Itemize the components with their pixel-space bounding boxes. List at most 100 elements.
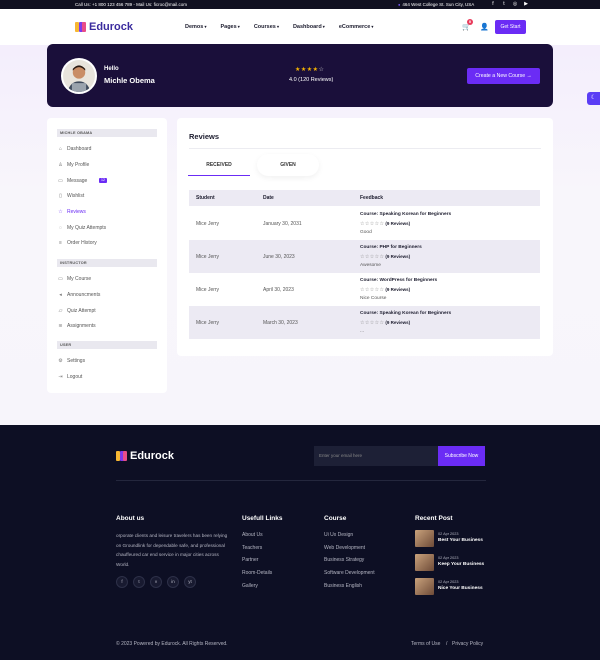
post-title[interactable]: Nice Your Business: [438, 586, 483, 591]
get-start-button[interactable]: Get Start: [495, 20, 526, 34]
sidebar-item-label: Order History: [67, 240, 97, 246]
privacy-link[interactable]: Privacy Policy: [452, 641, 483, 647]
sidebar-heading-user-section: USER: [57, 341, 157, 349]
vimeo-icon[interactable]: v: [150, 576, 162, 588]
student-name: Mice Jerry: [196, 254, 220, 260]
sidebar-item-order-history[interactable]: ≡ Order History: [57, 240, 97, 246]
post-thumbnail[interactable]: [415, 554, 434, 571]
sidebar-item-my-course[interactable]: ▭ My Course: [57, 276, 91, 282]
footer-course-business-english[interactable]: Business English: [324, 583, 362, 589]
footer-link-about[interactable]: About Us: [242, 532, 263, 538]
divider: [189, 148, 541, 149]
tab-given[interactable]: GIVEN: [257, 154, 319, 176]
student-name: Mice Jerry: [196, 221, 220, 227]
review-date: June 30, 2023: [263, 254, 295, 260]
star-icons: ☆☆☆☆☆: [360, 254, 385, 260]
facebook-icon[interactable]: f: [116, 576, 128, 588]
sidebar-item-settings[interactable]: ⚙ Settings: [57, 358, 85, 364]
sidebar-item-announcements[interactable]: ◂ Announcments: [57, 292, 100, 298]
newsletter-form: Enter your email here Subscribe Now: [314, 446, 485, 466]
review-stars: ☆☆☆☆☆(9 Reviews): [360, 254, 410, 260]
sidebar-item-wishlist[interactable]: ▯ Wishlist: [57, 193, 84, 199]
sidebar-item-dashboard[interactable]: ⌂ Dashboard: [57, 146, 91, 152]
post-title[interactable]: Best Your Business: [438, 538, 483, 543]
about-heading: About us: [116, 515, 145, 522]
user-icon[interactable]: 👤: [480, 23, 489, 31]
terms-link[interactable]: Terms of Use: [411, 641, 440, 647]
star-icons: ☆☆☆☆☆: [360, 221, 385, 227]
facebook-icon[interactable]: f: [490, 1, 496, 7]
logo-text: Edurock: [89, 21, 134, 33]
footer-link-teachers[interactable]: Teachers: [242, 545, 262, 551]
review-date: March 30, 2023: [263, 320, 298, 326]
copyright: © 2023 Powered by Edurock. All Rights Re…: [116, 641, 228, 647]
footer-logo[interactable]: Edurock: [116, 450, 174, 462]
nav-item-dashboard[interactable]: Dashboard: [293, 24, 325, 30]
instagram-icon[interactable]: ◎: [512, 1, 518, 7]
footer-link-room-details[interactable]: Room-Details: [242, 570, 272, 576]
student-name: Mice Jerry: [196, 320, 220, 326]
empty-star: ☆: [318, 67, 325, 73]
sidebar-heading-instructor: INSTRUCTOR: [57, 259, 157, 267]
sidebar-item-reviews[interactable]: ☆ Reviews: [57, 209, 86, 215]
sidebar-item-my-profile[interactable]: ♙ My Profile: [57, 162, 89, 168]
reviews-panel: Reviews RECEIVED GIVEN Student Date Feed…: [177, 118, 553, 356]
theme-toggle-icon[interactable]: ☾: [587, 92, 600, 105]
nav-item-courses[interactable]: Courses: [254, 24, 279, 30]
user-icon: ♙: [58, 162, 63, 168]
book-icon: ▭: [58, 178, 63, 184]
main-nav: Edurock Demos Pages Courses Dashboard eC…: [0, 9, 600, 45]
twitter-icon[interactable]: t: [133, 576, 145, 588]
tab-received[interactable]: RECEIVED: [188, 154, 250, 176]
feedback-text: ...: [360, 329, 364, 334]
sidebar-item-label: Logout: [67, 374, 83, 380]
footer-link-partner[interactable]: Partner: [242, 557, 258, 563]
footer-course-business-strategy[interactable]: Business Strategy: [324, 557, 364, 563]
create-course-button[interactable]: Create a New Course →: [467, 68, 540, 84]
course-name: Course: Speaking Korean for Beginners: [360, 311, 452, 316]
message-square-icon: ▱: [58, 308, 63, 314]
cart-icon[interactable]: 🛒 0: [462, 19, 473, 31]
footer-course-software-dev[interactable]: Software Development: [324, 570, 375, 576]
subscribe-button[interactable]: Subscribe Now: [438, 446, 485, 466]
cart-count-badge: 0: [467, 19, 473, 25]
table-header: Student Date Feedback: [189, 190, 540, 206]
about-text: orporate clients and leisure travelers h…: [116, 533, 228, 568]
post-title[interactable]: Keep Your Business: [438, 562, 484, 567]
sidebar-item-message[interactable]: ▭ Message: [57, 178, 87, 184]
twitter-icon[interactable]: t: [501, 1, 507, 7]
footer: Edurock Enter your email here Subscribe …: [0, 425, 600, 660]
nav-item-pages[interactable]: Pages: [220, 24, 239, 30]
nav-item-demos[interactable]: Demos: [185, 24, 206, 30]
youtube-icon[interactable]: yt: [184, 576, 196, 588]
post-thumbnail[interactable]: [415, 530, 434, 547]
linkedin-icon[interactable]: in: [167, 576, 179, 588]
sidebar-item-quiz-attempts[interactable]: ◌ My Quiz Attempts: [57, 225, 106, 231]
youtube-icon[interactable]: ▶: [523, 1, 529, 7]
home-icon: ⌂: [58, 146, 63, 152]
review-date: January 30, 2031: [263, 221, 302, 227]
divider: [116, 480, 486, 481]
feedback-text: Awesome: [360, 263, 381, 268]
contact-info: Call Us: +1 800 123 456 789 - Mail Us: f…: [75, 1, 187, 7]
post-thumbnail[interactable]: [415, 578, 434, 595]
sidebar-item-logout[interactable]: ⇥ Logout: [57, 374, 82, 380]
footer-link-gallery[interactable]: Gallery: [242, 583, 258, 589]
review-date: April 30, 2023: [263, 287, 294, 293]
sidebar-item-assignments[interactable]: ≋ Assignments: [57, 323, 95, 329]
review-stars: ☆☆☆☆☆(9 Reviews): [360, 221, 410, 227]
table-row: Mice Jerry April 30, 2023 Course: WordPr…: [189, 273, 540, 306]
footer-course-ui-ux[interactable]: Ui Ux Design: [324, 532, 353, 538]
address-info: 464 West College St. Sun City, USA: [398, 2, 474, 7]
student-name: Mice Jerry: [196, 287, 220, 293]
logo[interactable]: Edurock: [75, 21, 133, 33]
nav-item-ecommerce[interactable]: eCommerce: [339, 24, 374, 30]
footer-course-web-dev[interactable]: Web Development: [324, 545, 365, 551]
sidebar-item-label: Message: [67, 178, 88, 184]
course-name: Course: PHP for Beginners: [360, 245, 422, 250]
volume-icon: ◂: [59, 292, 62, 298]
sidebar-item-quiz-attempt[interactable]: ▱ Quiz Attempt: [57, 308, 96, 314]
email-input[interactable]: Enter your email here: [319, 453, 362, 458]
top-bar: Call Us: +1 800 123 456 789 - Mail Us: f…: [0, 0, 600, 9]
page-title: Reviews: [189, 132, 220, 141]
